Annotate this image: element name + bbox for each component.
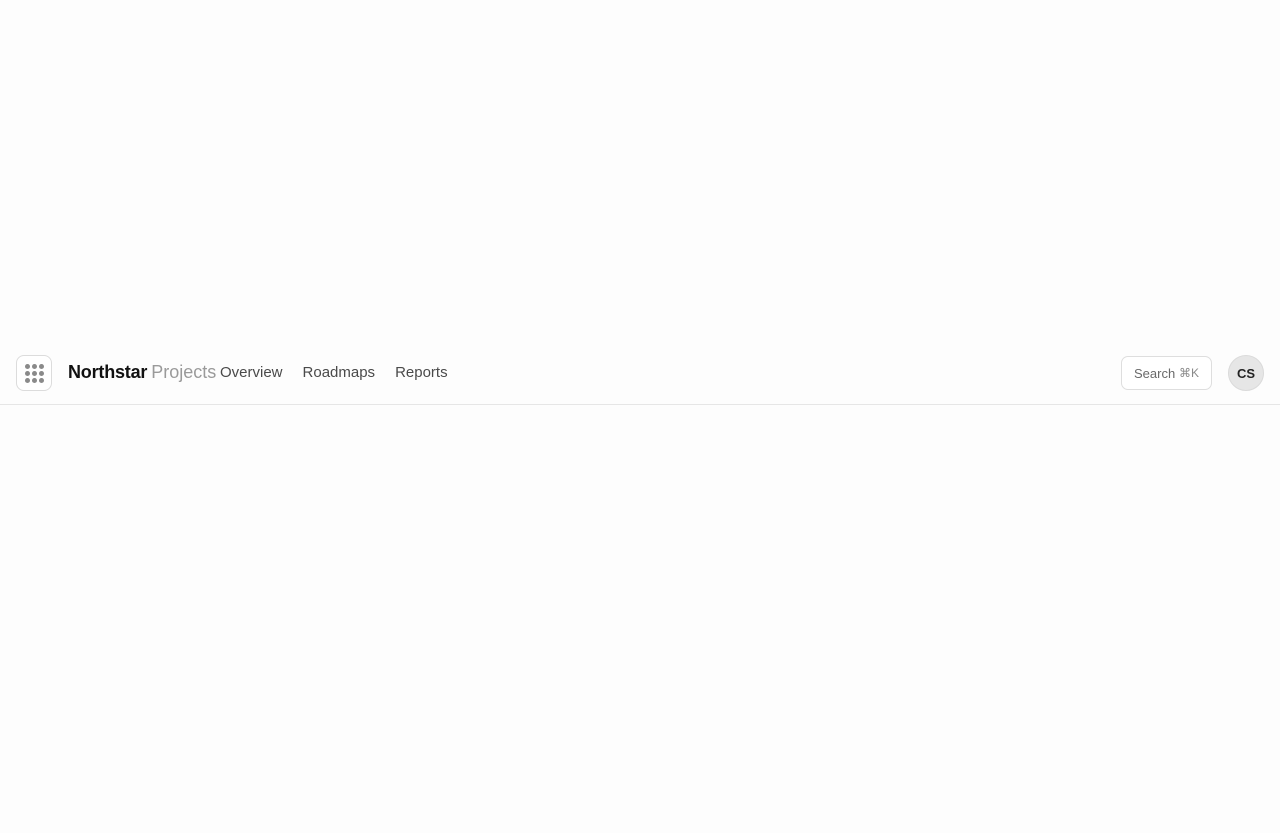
nav-link-roadmaps[interactable]: Roadmaps [303, 364, 376, 382]
app-launcher-button[interactable] [16, 355, 52, 391]
search-shortcut: ⌘K [1178, 366, 1199, 380]
nav-link-overview[interactable]: Overview [220, 364, 283, 382]
page: Northstar Projects Overview Roadmaps Rep… [0, 0, 1280, 833]
user-avatar[interactable]: CS [1228, 355, 1264, 391]
brand-suffix: Projects [151, 362, 217, 382]
nav-link-reports[interactable]: Reports [395, 364, 448, 382]
grid-icon [24, 363, 44, 383]
search-button[interactable]: Search ⌘K [1121, 356, 1212, 390]
top-navigation-bar: Northstar Projects Overview Roadmaps Rep… [0, 340, 1280, 405]
brand-name: Northstar [68, 362, 148, 382]
brand[interactable]: Northstar Projects [68, 362, 216, 384]
main-nav: Overview Roadmaps Reports [220, 364, 448, 382]
search-label: Search [1134, 365, 1176, 381]
